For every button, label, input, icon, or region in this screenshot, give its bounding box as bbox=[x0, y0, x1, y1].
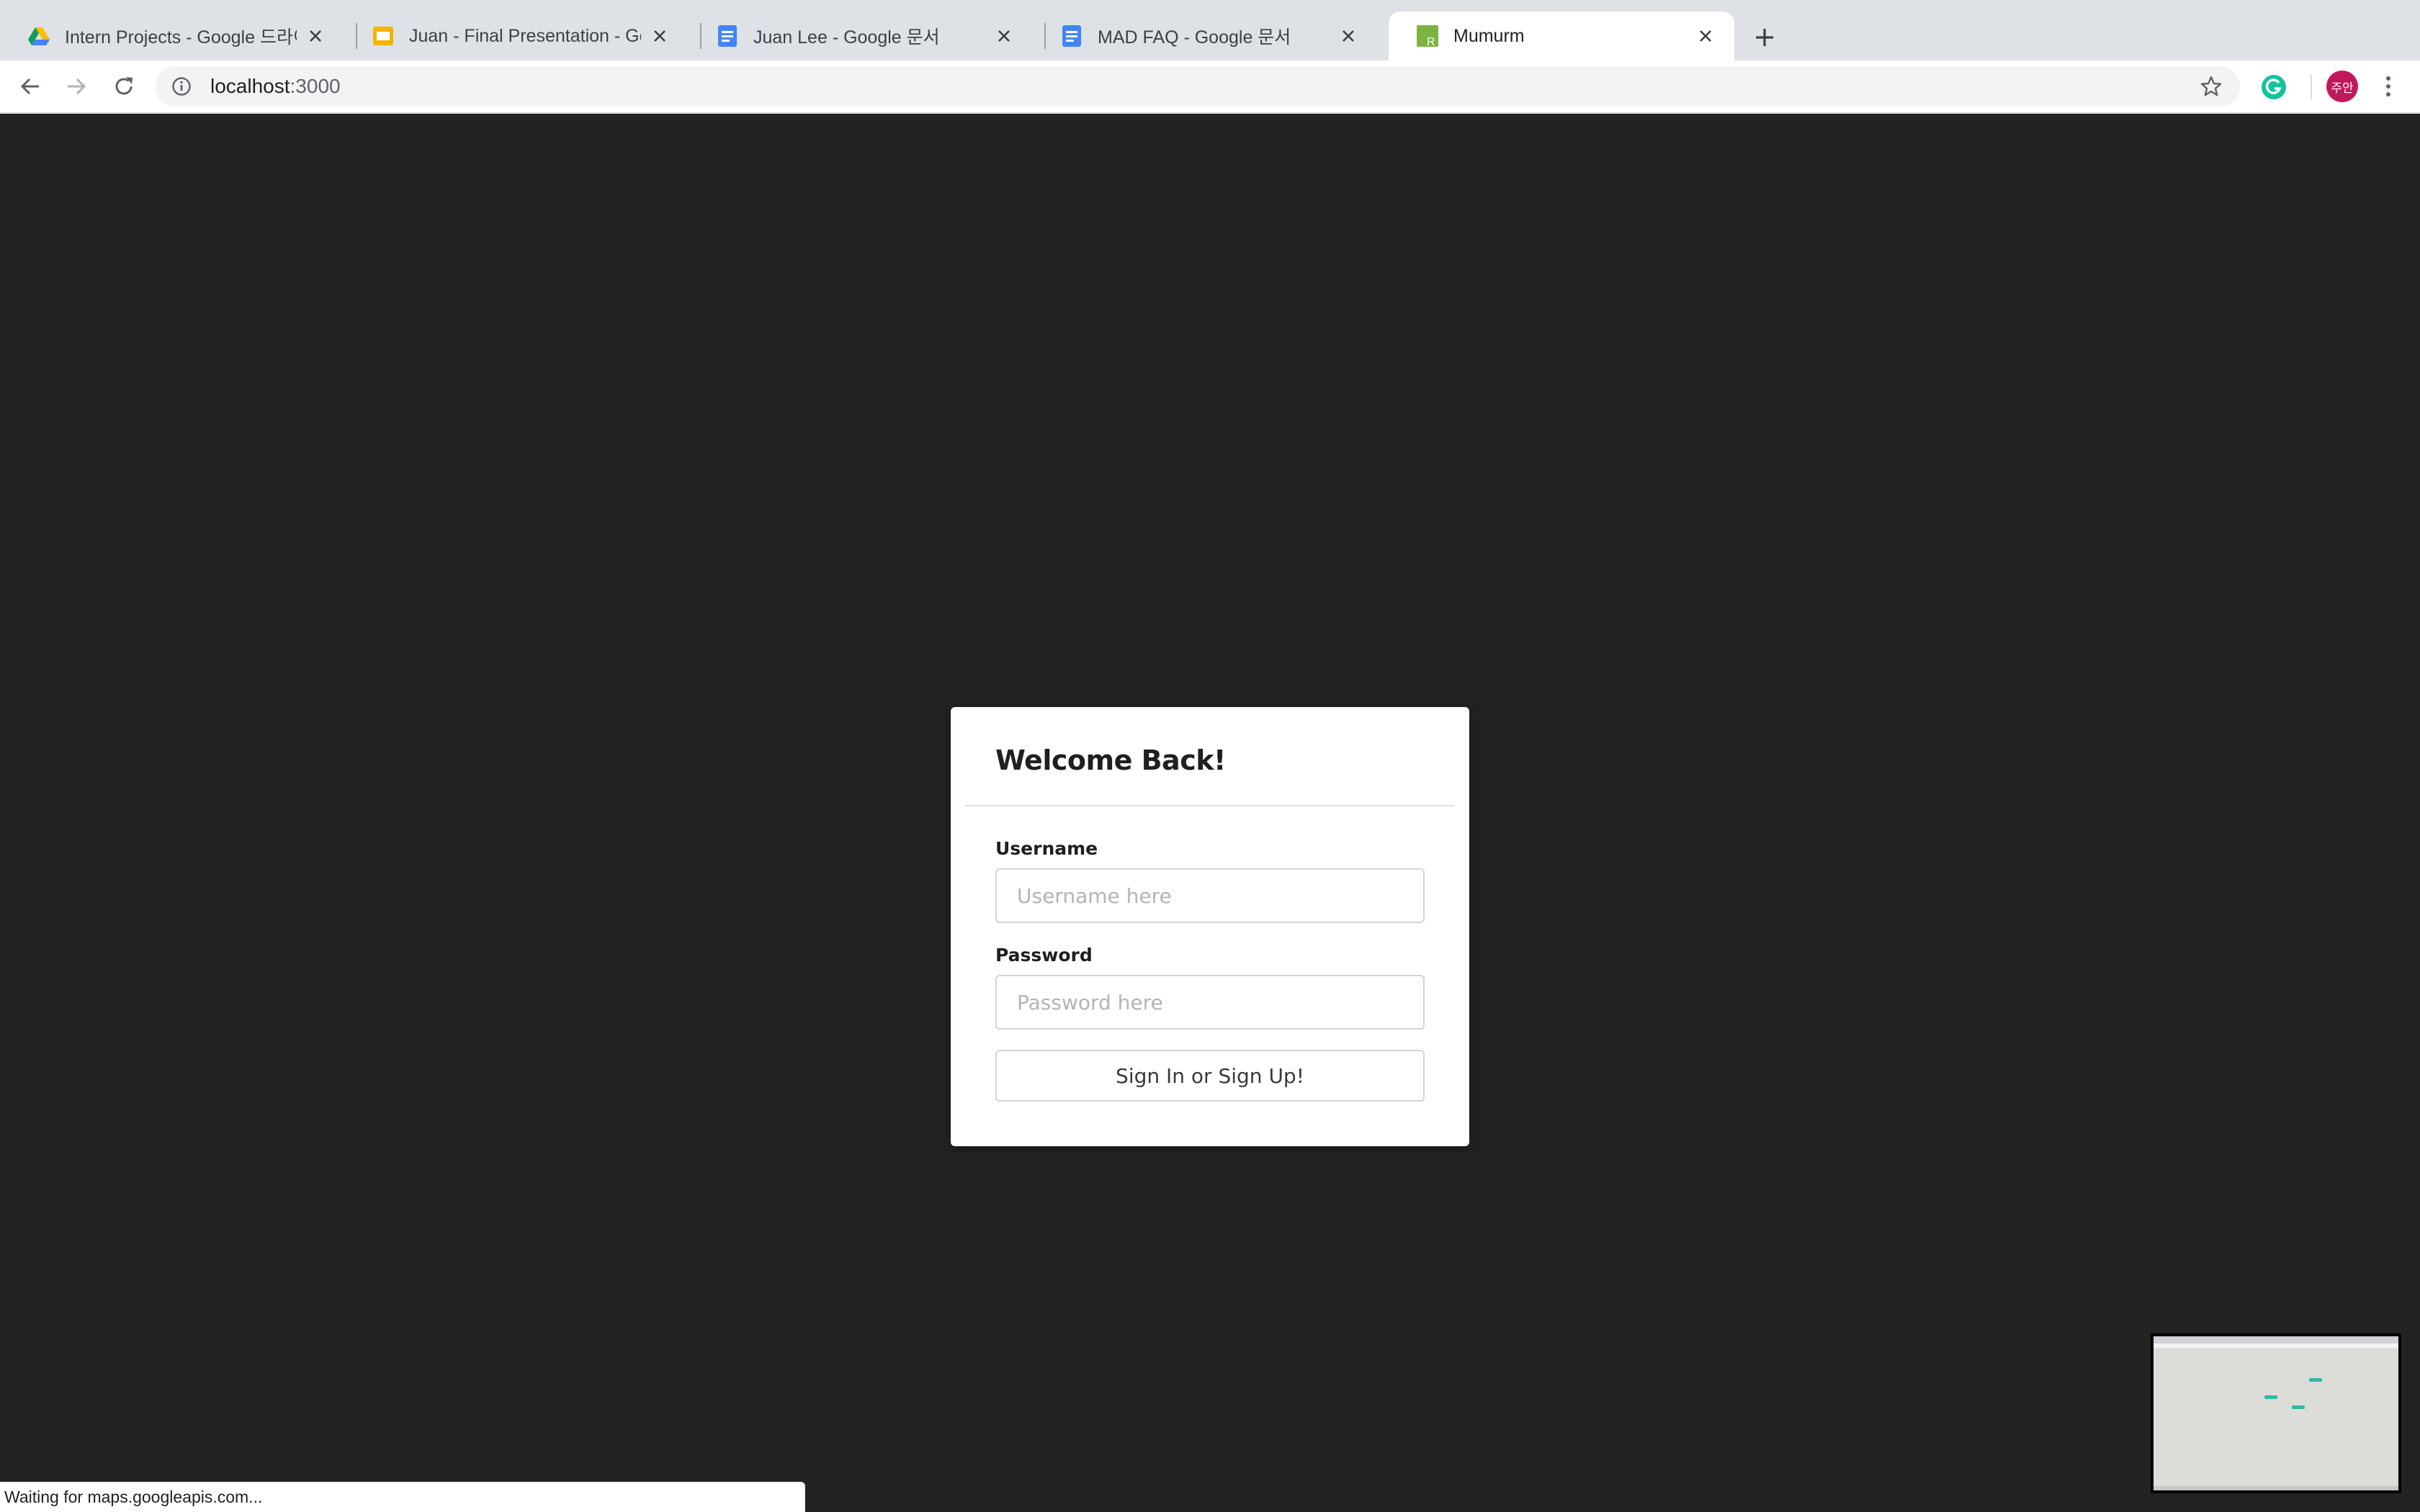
tab-title: Juan Lee - Google 문서 bbox=[753, 27, 940, 48]
svg-text:R: R bbox=[1427, 36, 1435, 48]
reload-button[interactable] bbox=[107, 69, 141, 104]
username-input[interactable] bbox=[995, 868, 1425, 923]
grammarly-icon bbox=[2262, 75, 2286, 99]
info-icon[interactable] bbox=[169, 73, 194, 99]
mumurm-favicon-icon: R bbox=[1417, 25, 1438, 48]
url-port: :3000 bbox=[290, 75, 341, 97]
map-minimap[interactable] bbox=[2151, 1333, 2401, 1493]
grammarly-extension-button[interactable] bbox=[2260, 73, 2287, 101]
login-card: Welcome Back! Username Password Sign In … bbox=[951, 707, 1469, 1146]
forward-button[interactable] bbox=[59, 69, 94, 104]
minimap-marker bbox=[2292, 1405, 2305, 1409]
close-icon[interactable] bbox=[647, 23, 673, 49]
tab-intern-projects[interactable]: Intern Projects - Google 드라이브 bbox=[0, 12, 344, 60]
new-tab-button[interactable] bbox=[1746, 19, 1783, 56]
tab-title: Intern Projects - Google 드라이브 bbox=[65, 27, 297, 48]
page-content: Welcome Back! Username Password Sign In … bbox=[0, 114, 2420, 1512]
browser-menu-button[interactable] bbox=[2372, 69, 2404, 104]
username-label: Username bbox=[995, 838, 1098, 859]
tab-juan-lee-doc[interactable]: Juan Lee - Google 문서 bbox=[689, 12, 1033, 60]
bookmark-star-button[interactable] bbox=[2194, 69, 2228, 104]
arrow-right-icon bbox=[68, 78, 86, 95]
address-bar[interactable]: localhost:3000 bbox=[156, 66, 2240, 107]
tab-title: Mumurm bbox=[1453, 25, 1525, 46]
status-bubble: Waiting for maps.googleapis.com... bbox=[0, 1482, 805, 1512]
reload-icon bbox=[115, 77, 133, 95]
google-slides-icon bbox=[373, 27, 393, 45]
browser-toolbar: localhost:3000 주안 bbox=[0, 60, 2420, 114]
google-drive-icon bbox=[28, 27, 50, 45]
tab-mumurm[interactable]: R Mumurm bbox=[1389, 12, 1734, 60]
minimap-tabstrip bbox=[2154, 1336, 2398, 1344]
browser-tab-strip: Intern Projects - Google 드라이브 Juan - Fin… bbox=[0, 0, 2420, 60]
google-docs-icon bbox=[1062, 25, 1081, 47]
star-icon bbox=[2200, 76, 2222, 96]
minimap-toolbar bbox=[2154, 1344, 2398, 1348]
google-docs-icon bbox=[718, 25, 737, 47]
password-input[interactable] bbox=[995, 975, 1425, 1030]
kebab-menu-icon bbox=[2386, 76, 2390, 96]
profile-avatar[interactable]: 주안 bbox=[2326, 71, 2358, 102]
minimap-footer bbox=[2154, 1486, 2398, 1490]
minimap-map-preview bbox=[2154, 1336, 2398, 1490]
close-icon[interactable] bbox=[1335, 23, 1361, 49]
back-button[interactable] bbox=[13, 69, 48, 104]
password-label: Password bbox=[995, 945, 1093, 966]
tab-mad-faq-doc[interactable]: MAD FAQ - Google 문서 bbox=[1033, 12, 1377, 60]
sign-in-button[interactable]: Sign In or Sign Up! bbox=[995, 1050, 1425, 1102]
minimap-marker bbox=[2264, 1395, 2277, 1399]
toolbar-separator bbox=[2311, 75, 2312, 99]
tab-final-presentation[interactable]: Juan - Final Presentation - Google Slide… bbox=[344, 12, 689, 60]
arrow-left-icon bbox=[20, 78, 39, 95]
tab-title: Juan - Final Presentation - Google Slide… bbox=[409, 25, 641, 46]
close-icon[interactable] bbox=[302, 23, 328, 49]
close-icon[interactable] bbox=[1693, 23, 1718, 49]
url-host: localhost bbox=[210, 75, 290, 97]
minimap-marker bbox=[2309, 1378, 2322, 1382]
tab-title: MAD FAQ - Google 문서 bbox=[1098, 27, 1291, 48]
plus-icon bbox=[1756, 29, 1773, 46]
card-divider bbox=[965, 805, 1455, 806]
close-icon[interactable] bbox=[991, 23, 1017, 49]
login-title: Welcome Back! bbox=[995, 744, 1226, 776]
